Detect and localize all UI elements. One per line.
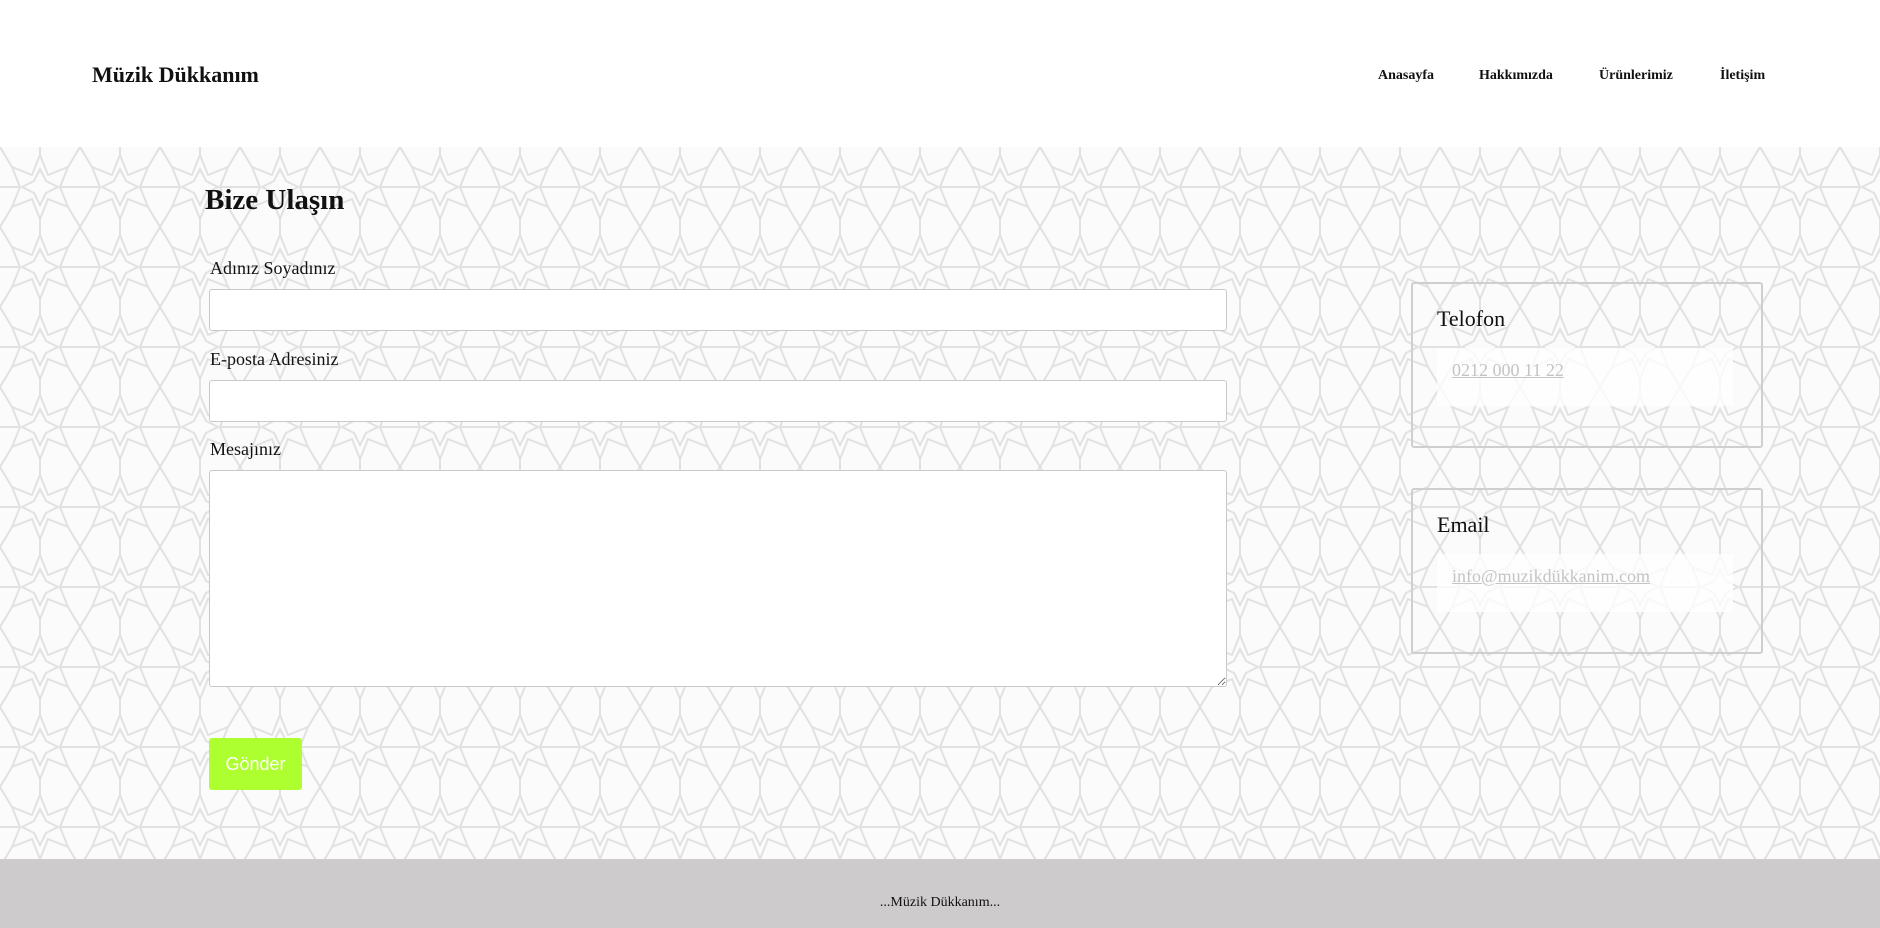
phone-card-title: Telofon [1437,306,1506,331]
name-label: Adınız Soyadınız [210,258,336,278]
submit-button[interactable]: Gönder [209,738,302,790]
email-input[interactable] [209,380,1227,422]
email-link[interactable]: info@muzikdükkanim.com [1452,566,1650,587]
message-textarea[interactable] [209,470,1227,687]
email-card: Email info@muzikdükkanim.com [1411,488,1763,654]
phone-card: Telofon 0212 000 11 22 [1411,282,1763,448]
nav-link-products[interactable]: Ürünlerimiz [1599,68,1673,84]
message-label: Mesajınız [210,439,281,459]
main-nav: Anasayfa Hakkımızda Ürünlerimiz İletişim [0,68,1880,88]
email-label: E-posta Adresiniz [210,349,339,369]
site-header: Müzik Dükkanım Anasayfa Hakkımızda Ürünl… [0,0,1880,147]
name-input[interactable] [209,289,1227,331]
page-title: Bize Ulaşın [205,184,345,216]
nav-link-home[interactable]: Anasayfa [1378,68,1434,84]
nav-link-about[interactable]: Hakkımızda [1479,68,1553,84]
email-card-body: info@muzikdükkanim.com [1437,554,1733,612]
phone-link[interactable]: 0212 000 11 22 [1452,360,1564,381]
contact-section: Bize Ulaşın Adınız Soyadınız E-posta Adr… [0,147,1880,859]
phone-card-body: 0212 000 11 22 [1437,348,1733,406]
site-footer: ...Müzik Dükkanım... [0,859,1880,928]
footer-text: ...Müzik Dükkanım... [879,895,1001,910]
nav-link-contact[interactable]: İletişim [1720,68,1765,84]
email-card-title: Email [1437,512,1490,537]
